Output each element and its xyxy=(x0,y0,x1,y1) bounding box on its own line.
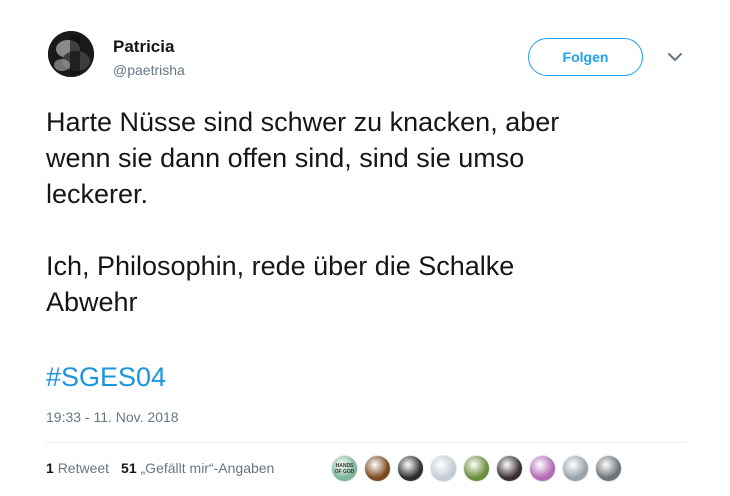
tweet-timestamp[interactable]: 19:33 - 11. Nov. 2018 xyxy=(46,409,179,425)
user-name[interactable]: Patricia xyxy=(113,37,174,57)
man-portrait-avatar[interactable] xyxy=(562,455,589,482)
chevron-down-icon[interactable] xyxy=(666,50,684,64)
retweet-stat[interactable]: 1 Retweet xyxy=(46,460,109,476)
retweet-label: Retweet xyxy=(57,460,110,476)
retweet-count: 1 xyxy=(46,460,54,476)
user-handle[interactable]: @paetrisha xyxy=(113,62,185,78)
likes-label: „Gefällt mir“-Angaben xyxy=(140,460,275,476)
lion-avatar[interactable] xyxy=(364,455,391,482)
likes-stat[interactable]: 51 „Gefällt mir“-Angaben xyxy=(121,460,274,476)
tweet-stats: 1 Retweet 51 „Gefällt mir“-Angaben xyxy=(46,460,286,476)
liker-avatar-text: HANDS OF GOD xyxy=(334,462,355,475)
liker-avatars: HANDS OF GOD xyxy=(331,455,628,482)
divider-top xyxy=(46,442,686,443)
user-avatar[interactable] xyxy=(48,31,94,77)
eye-avatar[interactable] xyxy=(496,455,523,482)
hands-of-god-avatar[interactable]: HANDS OF GOD xyxy=(331,455,358,482)
follow-button[interactable]: Folgen xyxy=(528,38,643,76)
hashtag-link[interactable]: #SGES04 xyxy=(46,361,166,393)
default-profile-avatar[interactable] xyxy=(430,455,457,482)
grey-sphere-avatar[interactable] xyxy=(595,455,622,482)
tweet-text: Harte Nüsse sind schwer zu knacken, aber… xyxy=(46,107,560,317)
dark-portrait-avatar[interactable] xyxy=(397,455,424,482)
likes-count: 51 xyxy=(121,460,137,476)
duck-avatar[interactable] xyxy=(463,455,490,482)
pink-portrait-avatar[interactable] xyxy=(529,455,556,482)
